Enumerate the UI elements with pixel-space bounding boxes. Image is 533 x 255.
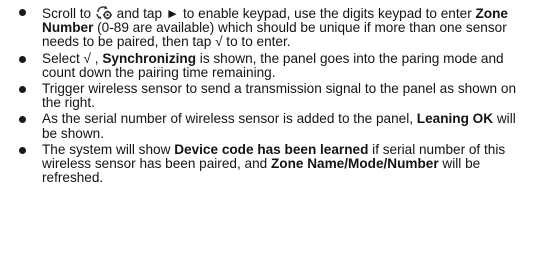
item-text: As the serial number of wireless sensor … xyxy=(42,111,417,127)
item-text: The system will show xyxy=(42,141,175,157)
item-text: and tap ► to enable keypad, use the digi… xyxy=(112,6,476,21)
bold-term: Device code has been learned xyxy=(174,141,369,157)
bold-term: Synchronizing xyxy=(102,50,197,66)
list-item: Scroll to and tap ► to enable keypad, us… xyxy=(0,5,533,50)
list-item: The system will show Device code has bee… xyxy=(0,141,533,186)
bold-term: Zone Name/Mode/Number xyxy=(270,156,439,172)
document-page: Scroll to and tap ► to enable keypad, us… xyxy=(0,0,533,255)
sync-gear-icon xyxy=(95,5,113,21)
item-text: Trigger wireless sensor to send a transm… xyxy=(42,81,517,111)
list-item: Trigger wireless sensor to send a transm… xyxy=(0,81,533,111)
instruction-list: Scroll to and tap ► to enable keypad, us… xyxy=(0,5,533,187)
item-text: (0-89 are available) which should be uni… xyxy=(42,20,507,50)
list-item: Select √ , Synchronizing is shown, the p… xyxy=(0,50,533,80)
item-text: Scroll to xyxy=(42,6,95,21)
bullet-icon xyxy=(19,146,26,154)
item-text: Select √ , xyxy=(42,50,103,66)
bullet-icon xyxy=(19,9,26,16)
bullet-icon xyxy=(19,116,26,124)
list-item: As the serial number of wireless sensor … xyxy=(0,112,533,140)
bullet-icon xyxy=(19,55,26,63)
bullet-icon xyxy=(19,86,26,94)
bold-term: Leaning OK xyxy=(416,111,494,127)
